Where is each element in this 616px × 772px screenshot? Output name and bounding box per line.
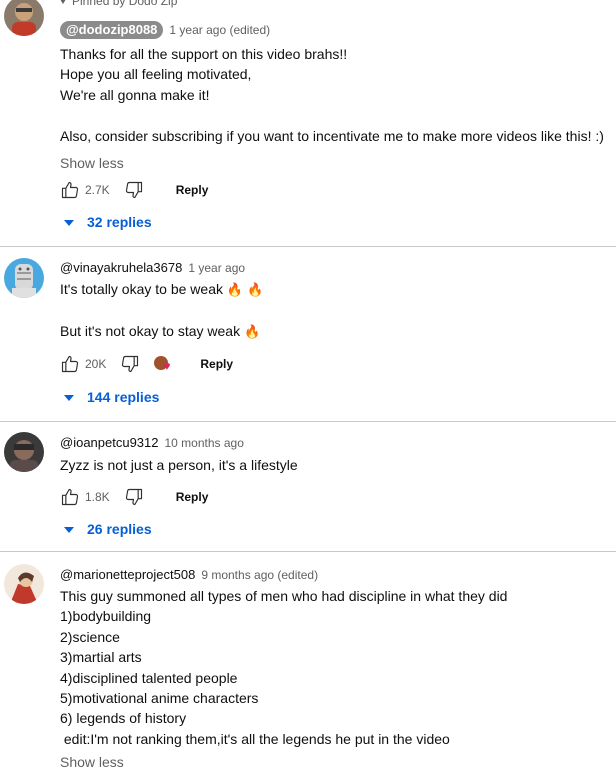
comment-timestamp[interactable]: 1 year ago (edited) xyxy=(169,23,270,37)
pinned-label: Pinned by Dodo Zip xyxy=(60,0,177,8)
fire-emoji: 🔥 xyxy=(226,282,244,297)
avatar[interactable] xyxy=(4,0,44,36)
like-count: 20K xyxy=(85,357,107,371)
view-replies-button[interactable]: 26 replies xyxy=(64,521,152,537)
view-replies-button[interactable]: 32 replies xyxy=(64,214,152,230)
comment-text: Thanks for all the support on this video… xyxy=(60,46,348,62)
comment-text: It's totally okay to be weak 🔥 🔥 xyxy=(60,281,264,297)
show-less-button[interactable]: Show less xyxy=(60,153,616,173)
caret-down-icon xyxy=(64,395,74,401)
reply-button[interactable]: Reply xyxy=(200,357,233,371)
reply-button[interactable]: Reply xyxy=(176,183,209,197)
thumbs-up-icon xyxy=(61,488,79,506)
comment-text: 6) legends of history xyxy=(60,710,187,727)
comment-text: Hope you all feeling motivated, xyxy=(60,66,252,83)
avatar[interactable] xyxy=(4,564,44,604)
divider xyxy=(0,246,616,247)
thumbs-up-icon xyxy=(61,181,79,199)
comment-actions: 20K ♥ Reply xyxy=(60,352,233,376)
comment-text: 5)motivational anime characters xyxy=(60,690,259,707)
comment-text: 2)science xyxy=(60,628,120,645)
like-button[interactable]: 1.8K xyxy=(60,487,110,507)
thumbs-down-icon xyxy=(125,488,142,506)
divider xyxy=(0,421,616,422)
comment-author[interactable]: @marionetteproject508 xyxy=(60,567,195,582)
thumbs-down-icon xyxy=(125,181,142,199)
dislike-button[interactable] xyxy=(124,487,144,507)
comment-text: We're all gonna make it! xyxy=(60,86,210,103)
comment-text: 1)bodybuilding xyxy=(60,608,152,625)
fire-emoji: 🔥 xyxy=(243,323,261,339)
comment-actions: 2.7K Reply xyxy=(60,178,208,202)
comment-timestamp[interactable]: 10 months ago xyxy=(165,436,244,450)
comment-text: This guy summoned all types of men who h… xyxy=(60,588,508,604)
reply-button[interactable]: Reply xyxy=(176,490,209,504)
comment-text: Zyzz is not just a person, it's a lifest… xyxy=(60,457,298,473)
like-count: 2.7K xyxy=(85,183,110,197)
caret-down-icon xyxy=(64,527,74,533)
dislike-button[interactable] xyxy=(124,180,144,200)
dislike-button[interactable] xyxy=(120,354,140,374)
comment-author[interactable]: @dodozip8088 xyxy=(60,21,164,39)
show-less-button[interactable]: Show less xyxy=(60,752,616,772)
like-button[interactable]: 20K xyxy=(60,354,106,374)
divider xyxy=(0,551,616,552)
avatar[interactable] xyxy=(4,432,44,472)
thumbs-up-icon xyxy=(61,355,79,373)
fire-emoji: 🔥 xyxy=(246,282,264,297)
creator-heart-icon: ♥ xyxy=(154,354,176,374)
view-replies-button[interactable]: 144 replies xyxy=(64,389,159,405)
caret-down-icon xyxy=(64,220,74,226)
comment-author[interactable]: @vinayakruhela3678 xyxy=(60,260,182,275)
like-count: 1.8K xyxy=(85,490,110,504)
comment-text: But it's not okay to stay weak 🔥 xyxy=(60,322,261,339)
comment-actions: 1.8K Reply xyxy=(60,485,208,509)
avatar[interactable] xyxy=(4,258,44,298)
thumbs-down-icon xyxy=(122,355,139,373)
comment-author[interactable]: @ioanpetcu9312 xyxy=(60,435,159,450)
comment-timestamp[interactable]: 1 year ago xyxy=(188,261,245,275)
comment-text: edit:I'm not ranking them,it's all the l… xyxy=(60,730,450,747)
comment-text: Also, consider subscribing if you want t… xyxy=(60,127,604,144)
comment-timestamp[interactable]: 9 months ago (edited) xyxy=(201,568,318,582)
like-button[interactable]: 2.7K xyxy=(60,180,110,200)
comment-text: 3)martial arts xyxy=(60,649,142,666)
pin-icon xyxy=(60,0,66,5)
comment-text: 4)disciplined talented people xyxy=(60,669,238,686)
